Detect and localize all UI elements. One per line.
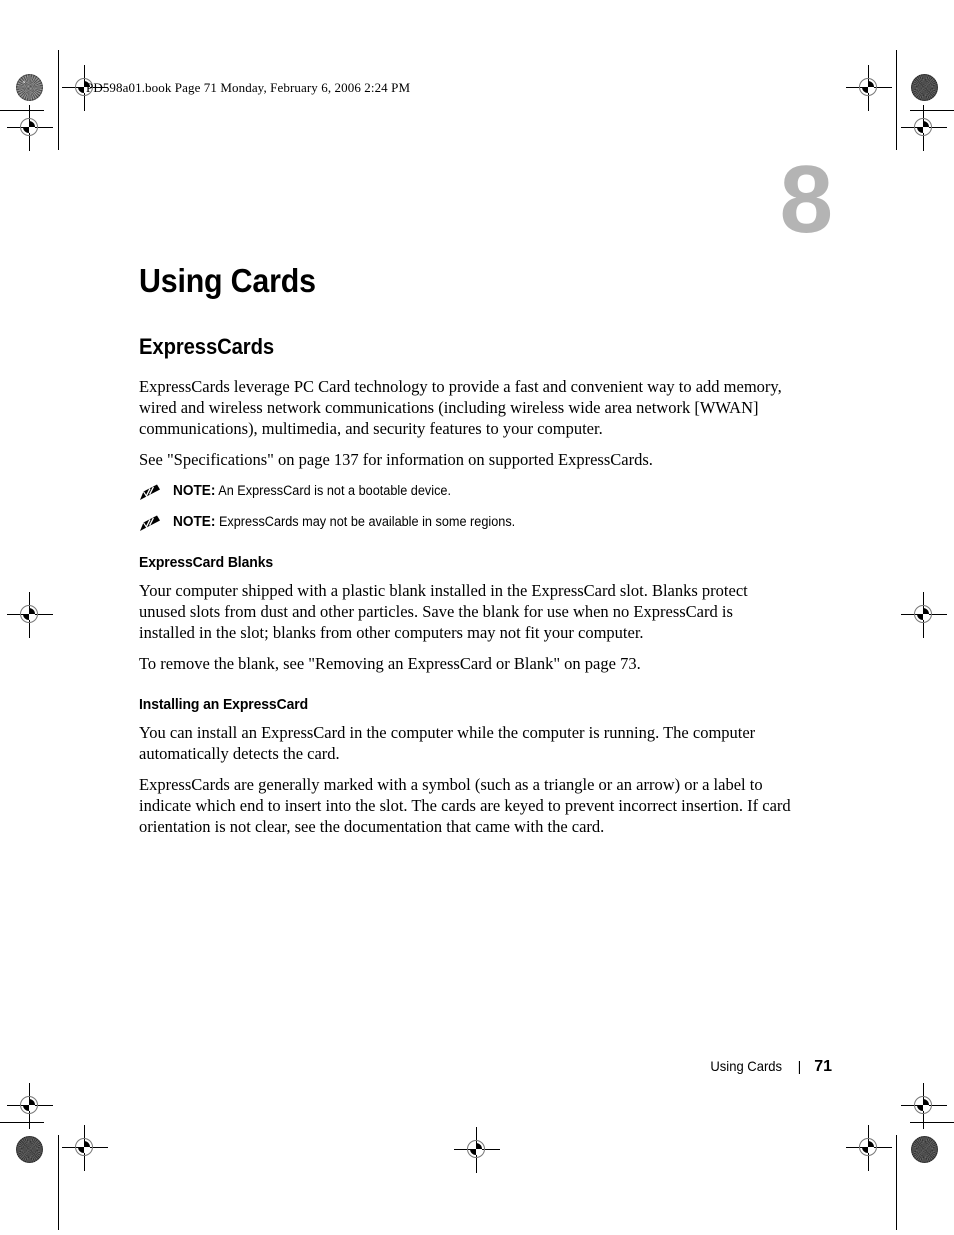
reg-center [917,608,929,620]
registration-mark-bottom-right-inner [846,1125,892,1171]
trim-line-bottom-left-vertical [58,1135,59,1230]
footer-chapter-title: Using Cards [709,1058,782,1074]
note-pencil-icon [139,484,161,501]
reg-center [78,1141,90,1153]
halftone-dot-top-left [16,74,43,101]
registration-mark-left-top [7,105,53,151]
reg-center [917,1099,929,1111]
reg-center [470,1143,482,1155]
reg-center [862,1141,874,1153]
footer-separator: | [797,1058,802,1074]
registration-mark-right-top [901,105,947,151]
sub-heading-installing-an-expresscard: Installing an ExpressCard [139,696,309,713]
note-text: NOTE: An ExpressCard is not a bootable d… [173,482,451,500]
blanks-paragraph-2: To remove the blank, see "Removing an Ex… [139,654,641,673]
note-body: An ExpressCard is not a bootable device. [218,483,452,498]
page-title: Using Cards [139,262,316,299]
blanks-paragraph-1: Your computer shipped with a plastic bla… [139,581,748,642]
note-item: NOTE: An ExpressCard is not a bootable d… [139,482,791,501]
spec-reference-paragraph: See "Specifications" on page 137 for inf… [139,450,653,469]
registration-mark-bottom-left-inner [62,1125,108,1171]
reg-center [917,121,929,133]
note-text: NOTE: ExpressCards may not be available … [173,513,515,531]
trim-line-top-right-vertical [896,50,897,150]
note-item: NOTE: ExpressCards may not be available … [139,513,791,532]
registration-mark-right-middle [901,592,947,638]
installing-paragraph-2: ExpressCards are generally marked with a… [139,775,791,836]
note-pencil-icon [139,515,161,532]
chapter-number: 8 [779,146,833,253]
page-footer: Using Cards | 71 [705,1058,832,1076]
halftone-dot-bottom-right [911,1136,938,1163]
note-block: NOTE: An ExpressCard is not a bootable d… [139,482,791,532]
section-heading-expresscards: ExpressCards [139,334,275,359]
registration-mark-bottom-center [454,1127,500,1173]
footer-page-number: 71 [814,1058,832,1075]
halftone-dot-top-right [911,74,938,101]
reg-center [23,1099,35,1111]
trim-line-bottom-right-horizontal [910,1122,954,1123]
page-content: Using Cards ExpressCards ExpressCards le… [139,262,791,847]
sub-heading-expresscard-blanks: ExpressCard Blanks [139,554,274,571]
reg-center [23,608,35,620]
note-body: ExpressCards may not be available in som… [218,514,516,529]
installing-paragraph-1: You can install an ExpressCard in the co… [139,723,756,763]
registration-mark-top-right-inner [846,65,892,111]
file-info-header: PD598a01.book Page 71 Monday, February 6… [86,80,411,95]
halftone-dot-bottom-left [16,1136,43,1163]
trim-line-top-left-vertical [58,50,59,150]
registration-mark-left-middle [7,592,53,638]
intro-paragraph: ExpressCards leverage PC Card technology… [139,377,782,438]
trim-line-bottom-right-vertical [896,1135,897,1230]
reg-center [862,81,874,93]
note-label: NOTE: [173,514,216,530]
note-label: NOTE: [173,483,216,499]
trim-line-bottom-left-horizontal [0,1122,44,1123]
reg-center [23,121,35,133]
